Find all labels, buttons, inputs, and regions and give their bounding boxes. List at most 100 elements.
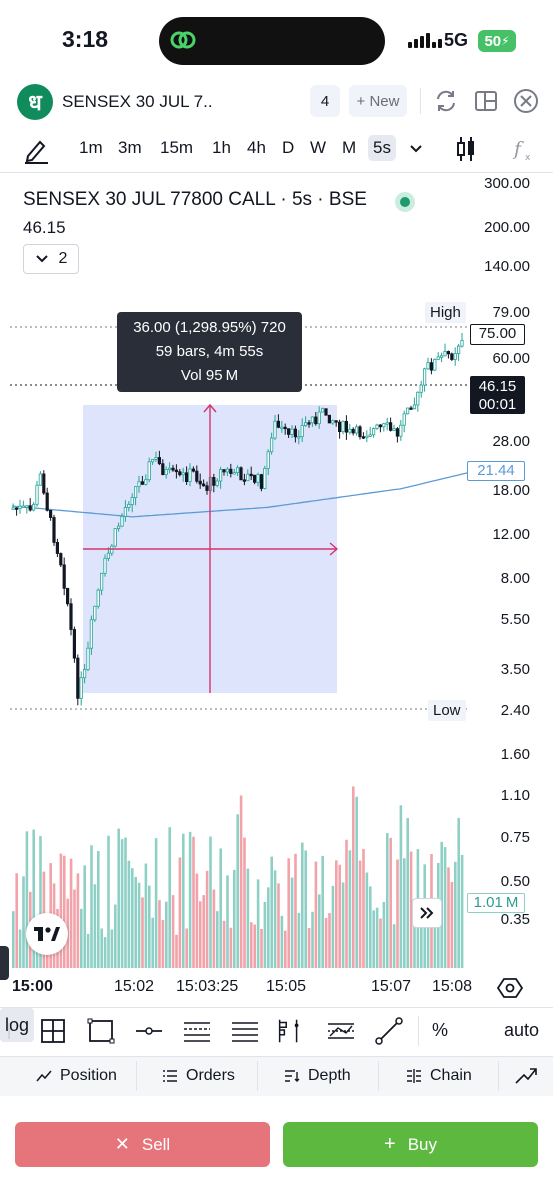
- price-label: 12.00: [492, 526, 530, 543]
- chart-tools-icon[interactable]: [514, 1065, 538, 1087]
- price-label: 3.50: [500, 661, 530, 678]
- scroll-to-realtime-button[interactable]: [412, 898, 442, 928]
- percent-scale-button[interactable]: %: [432, 1020, 448, 1041]
- volume-bar: [287, 858, 290, 968]
- volume-bar: [199, 901, 202, 968]
- volume-bar: [212, 889, 216, 968]
- fib-retracement-tool-icon[interactable]: [181, 1016, 213, 1046]
- candle: [42, 470, 46, 495]
- tooltip-change: 36.00 (1,298.95%) 720: [133, 319, 286, 336]
- volume-bar: [127, 860, 131, 968]
- volume-bar: [314, 861, 318, 968]
- open-tabs-count[interactable]: 4: [310, 85, 340, 117]
- price-label: 1.60: [500, 746, 530, 763]
- position-icon: [36, 1070, 52, 1082]
- rectangle-tool-icon[interactable]: [85, 1016, 117, 1046]
- svg-text:x: x: [525, 153, 531, 162]
- auto-scale-button[interactable]: auto: [504, 1020, 539, 1041]
- tooltip-bars: 59 bars, 4m 55s: [155, 343, 264, 360]
- chevron-down-icon[interactable]: [408, 142, 424, 156]
- volume-bar: [304, 850, 307, 968]
- volume-bar: [362, 848, 365, 968]
- ma-value-box: 21.44: [467, 461, 525, 481]
- volume-bar: [379, 918, 382, 968]
- double-chevron-right-icon: [420, 907, 434, 919]
- volume-bar: [280, 915, 284, 968]
- refresh-icon[interactable]: [433, 88, 459, 114]
- volume-bar: [369, 886, 372, 968]
- tab-chain[interactable]: Chain: [406, 1067, 472, 1085]
- indicator-toggle[interactable]: 2: [23, 244, 79, 274]
- tab-orders[interactable]: Orders: [162, 1067, 235, 1085]
- side-panel-handle[interactable]: [0, 946, 9, 980]
- trend-line-tool-icon[interactable]: [373, 1016, 405, 1046]
- long-position-tool-icon[interactable]: [274, 1016, 306, 1046]
- forecast-tool-icon[interactable]: [325, 1016, 357, 1046]
- candles-icon[interactable]: [454, 134, 478, 164]
- gear-icon[interactable]: [497, 975, 523, 1001]
- high-tag: High: [425, 302, 466, 323]
- legend-title[interactable]: SENSEX 30 JUL 77800 CALL · 5s · BSE: [23, 189, 367, 211]
- volume-bar: [284, 930, 287, 968]
- volume-bar: [460, 855, 464, 968]
- volume-bar: [375, 907, 379, 968]
- symbol-title[interactable]: SENSEX 30 JUL 7..: [62, 92, 213, 112]
- header-divider: [420, 88, 421, 114]
- volume-bar: [154, 838, 158, 968]
- broker-logo: ध: [17, 84, 53, 120]
- time-label: 15:05: [266, 978, 307, 995]
- interval-1h[interactable]: 1h: [212, 138, 231, 158]
- candle: [450, 352, 454, 361]
- toolbar-divider: [418, 1016, 419, 1046]
- volume-label: 0.75: [500, 829, 530, 846]
- volume-bar: [250, 922, 253, 968]
- volume-bar: [131, 868, 134, 968]
- battery-level: 50: [484, 32, 502, 50]
- price-label: 200.00: [484, 219, 530, 236]
- tab-position[interactable]: Position: [36, 1067, 117, 1085]
- volume-bar: [124, 837, 127, 968]
- volume-bar: [188, 831, 192, 968]
- interval-3m[interactable]: 3m: [118, 138, 142, 158]
- time-label: 15:02: [114, 978, 155, 995]
- buy-button[interactable]: + Buy: [283, 1122, 538, 1167]
- tab-label: Chain: [430, 1067, 472, 1084]
- volume-bar: [277, 883, 280, 968]
- volume-bar: [443, 847, 447, 968]
- volume-bar: [260, 929, 263, 968]
- interval-15m[interactable]: 15m: [160, 138, 193, 158]
- volume-bar: [114, 904, 117, 968]
- chevron-down-icon: [35, 255, 48, 263]
- indicators-icon[interactable]: f x: [512, 136, 536, 162]
- volume-bar: [335, 860, 338, 968]
- pencil-icon[interactable]: [22, 136, 50, 164]
- interval-5s[interactable]: 5s: [368, 135, 396, 161]
- high-value: 79.00: [492, 304, 530, 321]
- tradingview-logo-icon[interactable]: [26, 913, 68, 955]
- interval-1m[interactable]: 1m: [79, 138, 103, 158]
- tab-depth[interactable]: Depth: [284, 1067, 351, 1085]
- horizontal-line-tool-icon[interactable]: [133, 1016, 165, 1046]
- volume-label: 1.10: [500, 787, 530, 804]
- parallel-channel-tool-icon[interactable]: [229, 1016, 261, 1046]
- close-icon[interactable]: [513, 88, 539, 114]
- volume-bar: [256, 879, 260, 968]
- sell-button[interactable]: ✕ Sell: [15, 1122, 270, 1167]
- interval-d[interactable]: D: [282, 138, 294, 158]
- date-price-range-tool-icon[interactable]: [37, 1016, 69, 1046]
- interval-w[interactable]: W: [310, 138, 326, 158]
- volume-bar: [243, 837, 246, 968]
- volume-bar: [144, 863, 148, 968]
- candle: [66, 587, 70, 607]
- volume-bar: [185, 928, 188, 968]
- volume-label: 0.50: [500, 873, 530, 890]
- layout-icon[interactable]: [473, 88, 499, 114]
- volume-bar: [345, 839, 348, 968]
- new-chart-button[interactable]: + New: [349, 85, 407, 117]
- interval-m[interactable]: M: [342, 138, 356, 158]
- volume-bar: [267, 887, 270, 968]
- tab-divider: [378, 1061, 379, 1091]
- price-chart[interactable]: [0, 173, 553, 1003]
- interval-4h[interactable]: 4h: [247, 138, 266, 158]
- candle: [96, 588, 100, 609]
